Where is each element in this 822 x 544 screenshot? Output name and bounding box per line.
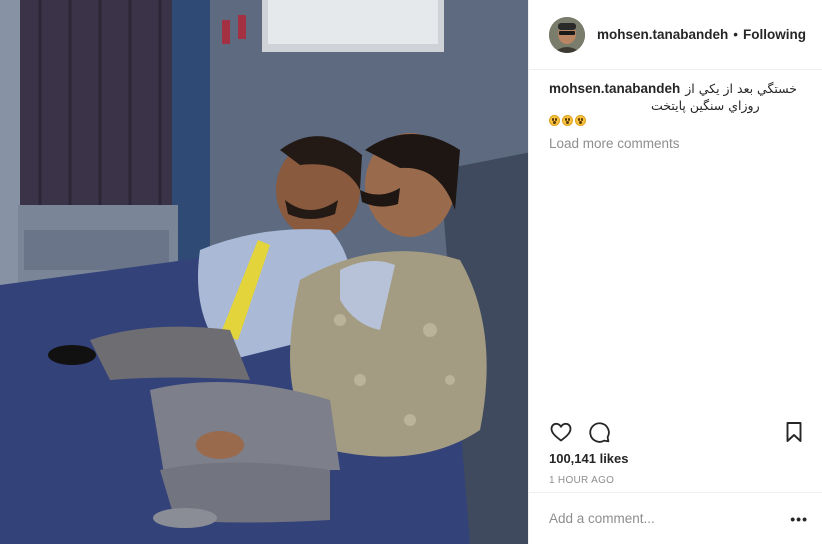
caption: mohsen.tanabandeh خستگي بعد از يکي از: [549, 80, 802, 97]
caption-username[interactable]: mohsen.tanabandeh: [549, 81, 680, 96]
action-bar: [549, 420, 806, 444]
instagram-post: mohsen.tanabandeh • Following mohsen.tan…: [0, 0, 822, 544]
add-comment-bar: •••: [528, 492, 822, 544]
caption-text-line2: روزاي سنگين پايتخت: [650, 98, 760, 113]
post-photo[interactable]: [0, 0, 528, 544]
heart-icon[interactable]: [549, 420, 573, 444]
comments-section: mohsen.tanabandeh خستگي بعد از يکي از روز…: [529, 70, 822, 151]
post-details-panel: mohsen.tanabandeh • Following mohsen.tan…: [527, 0, 822, 544]
astonished-face-emoji: [574, 115, 586, 126]
likes-count[interactable]: 100,141 likes: [549, 451, 629, 466]
post-header: mohsen.tanabandeh • Following: [528, 0, 822, 70]
caption-emojis: [548, 115, 802, 126]
avatar[interactable]: [548, 16, 585, 53]
comment-input[interactable]: [548, 511, 791, 526]
comment-bubble-icon[interactable]: [587, 420, 611, 444]
username-link[interactable]: mohsen.tanabandeh: [597, 27, 728, 42]
load-more-comments-link[interactable]: Load more comments: [549, 136, 802, 151]
bookmark-icon[interactable]: [782, 420, 806, 444]
post-timestamp[interactable]: 1 HOUR AGO: [549, 475, 614, 486]
following-button[interactable]: Following: [743, 27, 806, 42]
separator-dot: •: [733, 27, 738, 42]
photo-illustration: [0, 0, 528, 544]
more-options-icon[interactable]: •••: [790, 511, 808, 527]
astonished-face-emoji: [548, 115, 560, 126]
avatar-image: [548, 16, 585, 53]
caption-text-line1: خستگي بعد از يکي از: [685, 81, 798, 96]
header-text: mohsen.tanabandeh • Following: [597, 27, 806, 42]
astonished-face-emoji: [561, 115, 573, 126]
